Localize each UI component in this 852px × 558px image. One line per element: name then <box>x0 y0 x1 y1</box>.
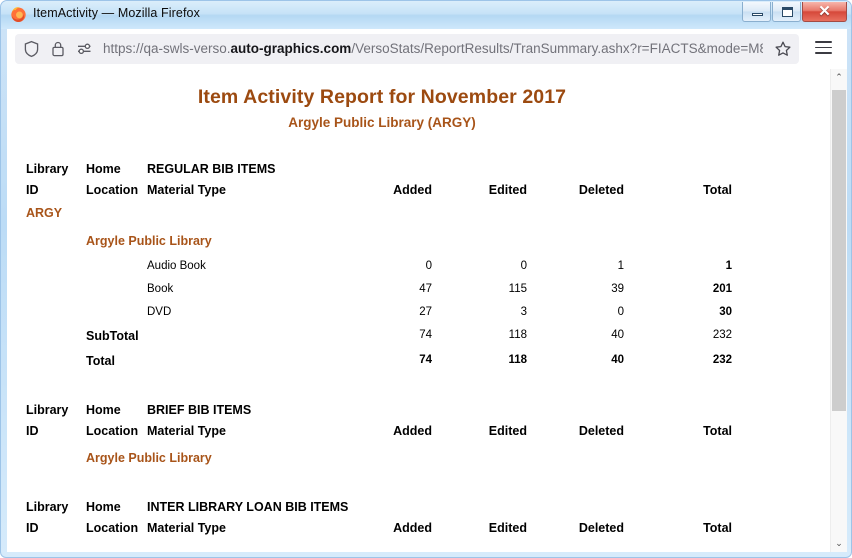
close-button[interactable]: ✕ <box>802 2 847 22</box>
navigation-toolbar: https://qa-swls-verso.auto-graphics.com/… <box>7 29 847 69</box>
library-id-row: ARGY <box>7 204 829 232</box>
material-type-value: DVD <box>147 306 172 318</box>
deleted-value: 0 <box>617 306 624 318</box>
table-header-row-2: ID Location Material Type Added Edited D… <box>7 183 829 204</box>
subtotal-deleted: 40 <box>611 329 624 341</box>
location-row: Argyle Public Library <box>7 232 829 256</box>
hamburger-line <box>815 52 832 54</box>
header-home-location-line2: Location <box>86 183 139 197</box>
table-row: Audio Book 0 0 1 1 <box>7 256 829 279</box>
subtotal-row: SubTotal 74 118 40 232 <box>7 325 829 350</box>
identity-box <box>23 40 93 58</box>
subtotal-total: 232 <box>712 329 732 341</box>
table-header-row-1: Library Home BRIEF BIB ITEMS <box>7 403 829 424</box>
header-total: Total <box>703 424 732 438</box>
window-controls: ✕ <box>741 2 847 22</box>
header-deleted: Deleted <box>578 521 624 535</box>
table-header-row-2: ID Location Material Type Added Edited D… <box>7 424 829 445</box>
subtotal-label: SubTotal <box>86 329 139 343</box>
section-heading: INTER LIBRARY LOAN BIB ITEMS <box>147 500 349 514</box>
table-header-row-1: Library Home REGULAR BIB ITEMS <box>7 162 829 183</box>
header-material-type: Material Type <box>147 183 226 197</box>
header-library-id-line2: ID <box>26 424 39 438</box>
report-section-inter-library-loan-bib-items: Library Home INTER LIBRARY LOAN BIB ITEM… <box>7 500 829 542</box>
header-library-id-line2: ID <box>26 183 39 197</box>
hamburger-line <box>815 41 832 43</box>
url-prefix: https://qa-swls-verso. <box>103 41 231 56</box>
hamburger-line <box>815 46 832 49</box>
vertical-scrollbar[interactable]: ⌃ ⌄ <box>830 69 847 552</box>
maximize-icon <box>782 7 793 17</box>
header-home-location-line2: Location <box>86 521 139 535</box>
header-library-id-line1: Library <box>26 500 69 514</box>
header-home-location-line1: Home <box>86 500 121 514</box>
header-library-id-line2: ID <box>26 521 39 535</box>
url-domain: auto-graphics.com <box>230 41 352 56</box>
content-viewport: Item Activity Report for November 2017 A… <box>7 69 847 552</box>
scroll-up-icon[interactable]: ⌃ <box>831 69 847 86</box>
firefox-logo-icon <box>10 6 27 23</box>
total-value: 1 <box>725 260 732 272</box>
total-deleted: 40 <box>611 354 624 366</box>
close-icon: ✕ <box>818 4 831 20</box>
permissions-icon[interactable] <box>76 40 93 58</box>
table-row: Book 47 115 39 201 <box>7 279 829 302</box>
header-home-location-line1: Home <box>86 162 121 176</box>
scroll-down-icon[interactable]: ⌄ <box>831 535 847 552</box>
table-header-row-1: Library Home INTER LIBRARY LOAN BIB ITEM… <box>7 500 829 521</box>
maximize-button[interactable] <box>772 2 801 22</box>
location-name: Argyle Public Library <box>86 234 212 248</box>
window-title: ItemActivity — Mozilla Firefox <box>33 6 200 20</box>
section-heading: BRIEF BIB ITEMS <box>147 403 252 417</box>
page-title: Item Activity Report for November 2017 <box>197 86 567 108</box>
report-section-brief-bib-items: Library Home BRIEF BIB ITEMS ID Location… <box>7 403 829 469</box>
material-type-value: Book <box>147 283 174 295</box>
shield-icon[interactable] <box>23 40 40 58</box>
url-text[interactable]: https://qa-swls-verso.auto-graphics.com/… <box>103 41 763 57</box>
total-row: Total 74 118 40 232 <box>7 350 829 375</box>
star-icon[interactable] <box>774 40 792 63</box>
header-material-type: Material Type <box>147 521 226 535</box>
header-home-location-line2: Location <box>86 424 139 438</box>
page-subtitle: Argyle Public Library (ARGY) <box>288 115 476 130</box>
scrollbar-thumb[interactable] <box>832 90 846 411</box>
lock-icon[interactable] <box>51 40 65 58</box>
total-value: 201 <box>712 283 732 295</box>
minimize-icon <box>752 13 763 16</box>
header-library-id-line1: Library <box>26 403 69 417</box>
hamburger-icon[interactable] <box>815 41 832 54</box>
location-row: Argyle Public Library <box>7 445 829 469</box>
section-heading: REGULAR BIB ITEMS <box>147 162 276 176</box>
material-type-value: Audio Book <box>147 260 206 272</box>
table-header-row-2: ID Location Material Type Added Edited D… <box>7 521 829 542</box>
header-home-location-line1: Home <box>86 403 121 417</box>
total-value: 30 <box>719 306 732 318</box>
url-bar[interactable]: https://qa-swls-verso.auto-graphics.com/… <box>15 34 799 64</box>
header-deleted: Deleted <box>578 424 624 438</box>
deleted-value: 39 <box>611 283 624 295</box>
report-page: Item Activity Report for November 2017 A… <box>7 69 829 552</box>
table-row: DVD 27 3 0 30 <box>7 302 829 325</box>
browser-window: ItemActivity — Mozilla Firefox ✕ https:/… <box>0 0 852 558</box>
header-library-id-line1: Library <box>26 162 69 176</box>
minimize-button[interactable] <box>742 2 771 22</box>
deleted-value: 1 <box>617 260 624 272</box>
header-total: Total <box>703 183 732 197</box>
location-name: Argyle Public Library <box>86 451 212 465</box>
total-total: 232 <box>712 354 732 366</box>
report-section-regular-bib-items: Library Home REGULAR BIB ITEMS ID Locati… <box>7 162 829 375</box>
total-label: Total <box>86 354 115 368</box>
header-deleted: Deleted <box>578 183 624 197</box>
title-bar[interactable]: ItemActivity — Mozilla Firefox ✕ <box>1 1 851 29</box>
library-id-value: ARGY <box>26 206 63 220</box>
header-material-type: Material Type <box>147 424 226 438</box>
header-total: Total <box>703 521 732 535</box>
url-suffix: /VersoStats/ReportResults/TranSummary.as… <box>351 41 763 56</box>
